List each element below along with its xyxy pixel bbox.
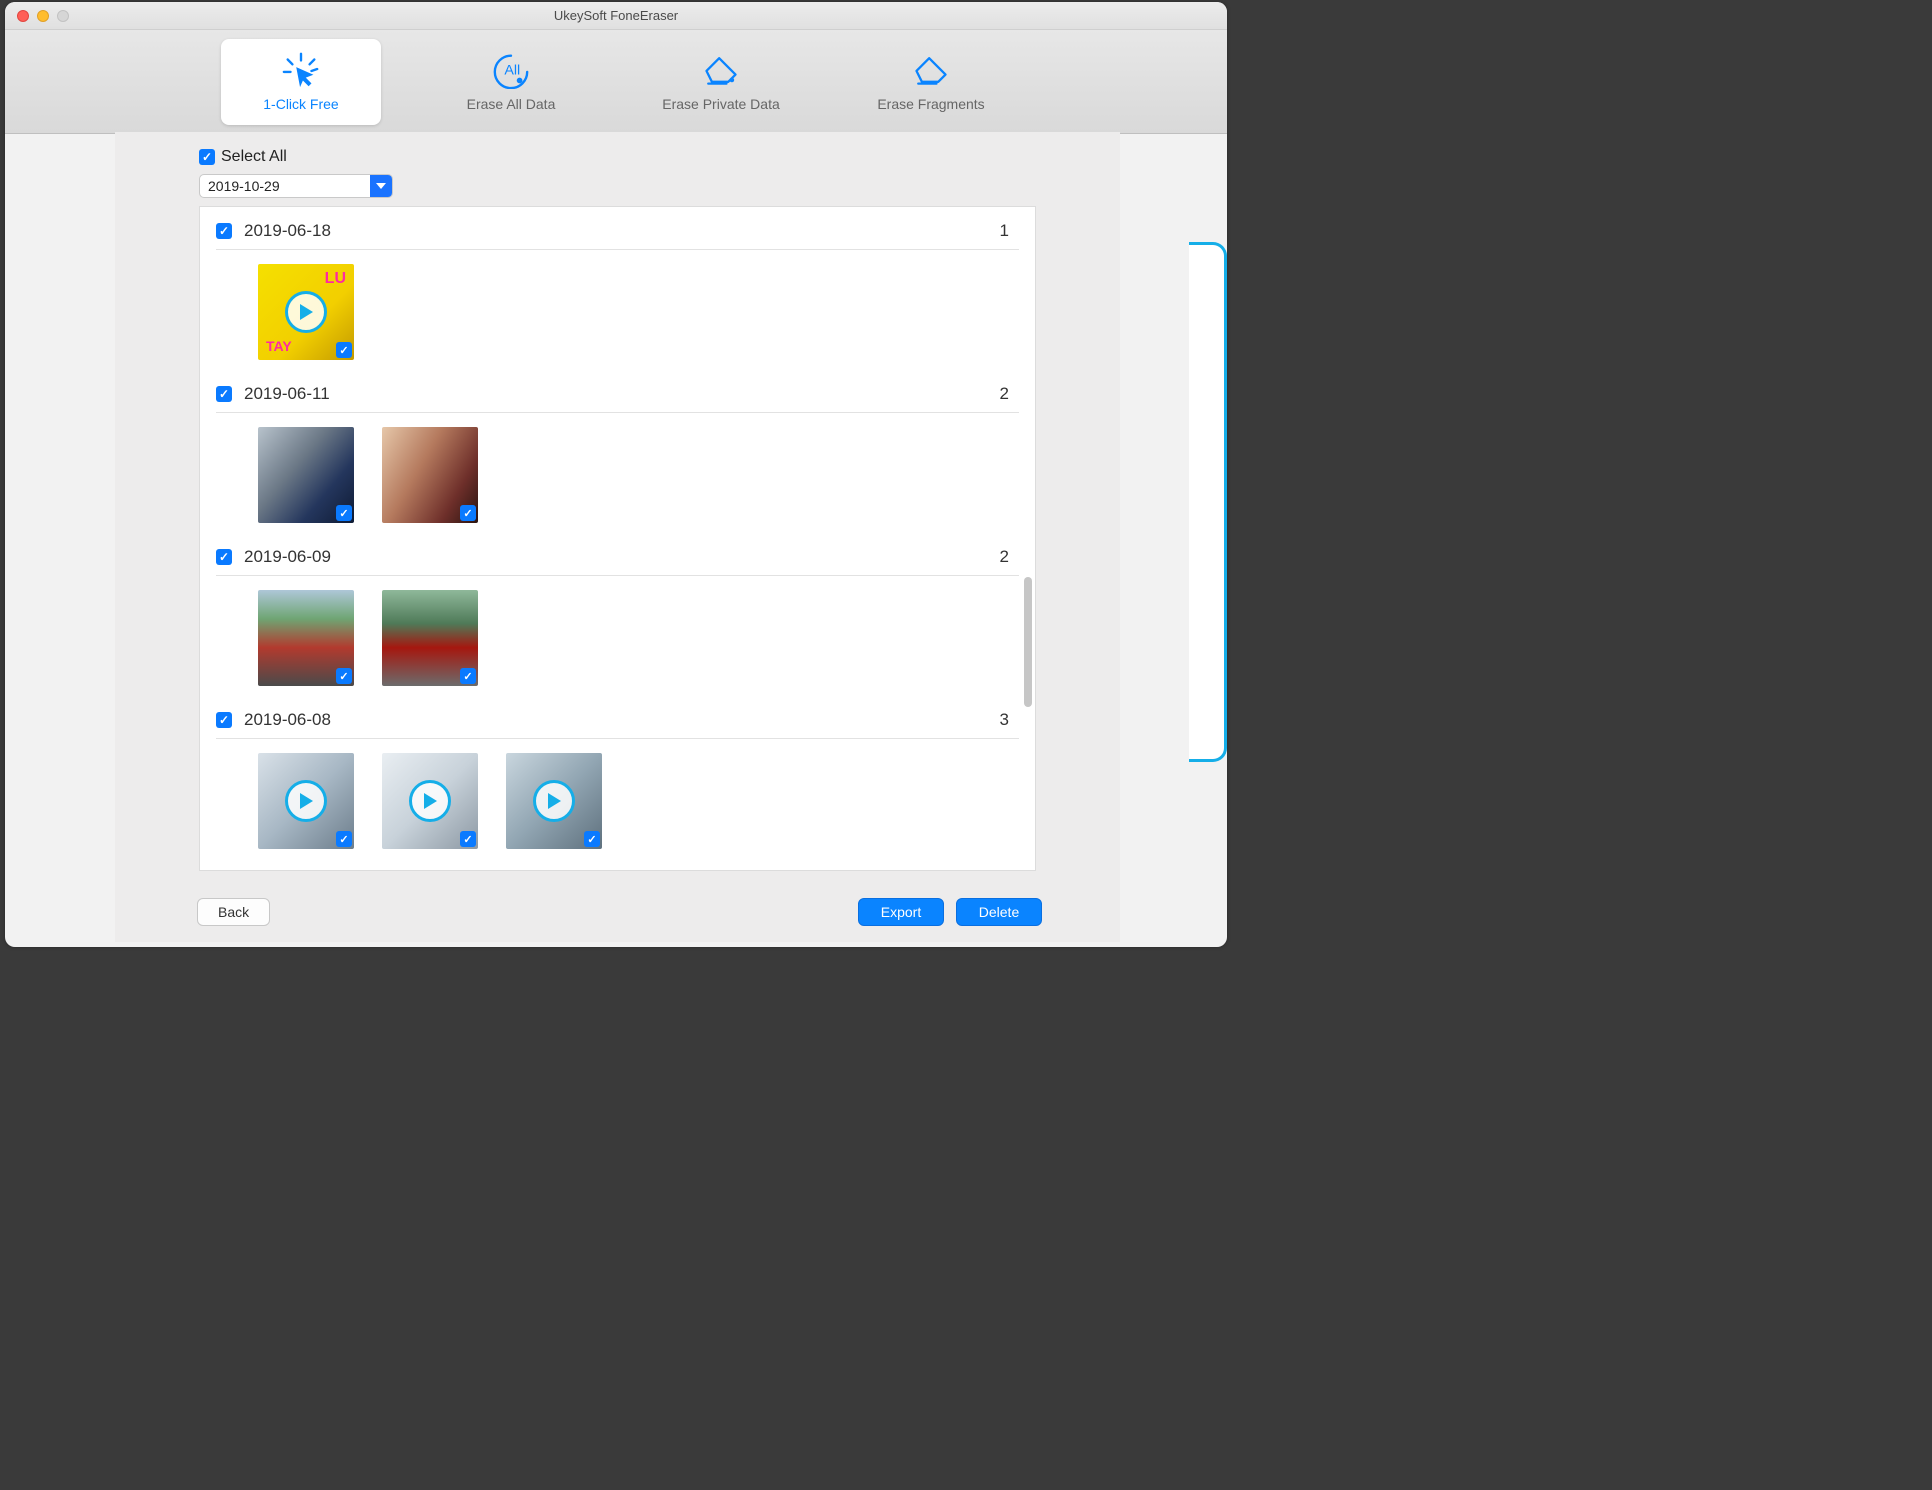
tab-1-click-free[interactable]: 1-Click Free — [221, 39, 381, 125]
select-all-row: Select All — [115, 136, 1120, 172]
play-icon — [285, 291, 327, 333]
group-checkbox[interactable] — [216, 549, 232, 565]
play-icon — [285, 780, 327, 822]
bottom-bar: Back Export Delete — [197, 898, 1042, 926]
select-all-checkbox[interactable] — [199, 149, 215, 165]
thumbnail-checkbox[interactable] — [460, 668, 476, 684]
thumbnail-checkbox[interactable] — [336, 505, 352, 521]
group-count: 2 — [1000, 547, 1015, 567]
group-date-label: 2019-06-08 — [244, 710, 331, 730]
thumbnail-checkbox[interactable] — [584, 831, 600, 847]
titlebar: UkeySoft FoneEraser — [5, 2, 1227, 30]
app-window: UkeySoft FoneEraser 1-Click Free — [5, 2, 1227, 947]
export-button[interactable]: Export — [858, 898, 944, 926]
group-count: 1 — [1000, 221, 1015, 241]
window-controls — [5, 10, 69, 22]
scrollbar-thumb[interactable] — [1024, 577, 1032, 707]
media-list: 2019-06-1812019-06-1122019-06-0922019-06… — [199, 206, 1036, 871]
toolbar: 1-Click Free All Erase All Data Erase P — [5, 30, 1227, 134]
thumbnail-row — [216, 250, 1019, 370]
tab-erase-fragments[interactable]: Erase Fragments — [851, 39, 1011, 125]
tab-erase-private-data[interactable]: Erase Private Data — [641, 39, 801, 125]
video-thumbnail[interactable] — [258, 264, 354, 360]
thumbnail-checkbox[interactable] — [336, 668, 352, 684]
group-date-label: 2019-06-09 — [244, 547, 331, 567]
date-filter-value: 2019-10-29 — [200, 178, 370, 194]
group-date-label: 2019-06-18 — [244, 221, 331, 241]
photo-thumbnail[interactable] — [258, 427, 354, 523]
photo-thumbnail[interactable] — [258, 590, 354, 686]
close-window-button[interactable] — [17, 10, 29, 22]
delete-button[interactable]: Delete — [956, 898, 1042, 926]
date-group: 2019-06-09 2 — [216, 533, 1019, 696]
tab-erase-all-data[interactable]: All Erase All Data — [431, 39, 591, 125]
group-checkbox[interactable] — [216, 386, 232, 402]
tab-label: Erase Fragments — [877, 96, 984, 112]
minimize-window-button[interactable] — [37, 10, 49, 22]
tab-label: Erase Private Data — [662, 96, 780, 112]
cursor-click-icon — [281, 52, 321, 88]
group-header: 2019-06-18 1 — [216, 221, 1019, 250]
photo-thumbnail[interactable] — [382, 590, 478, 686]
group-date-label: 2019-06-11 — [244, 384, 330, 404]
tab-label: 1-Click Free — [263, 96, 338, 112]
video-thumbnail[interactable] — [382, 753, 478, 849]
erase-all-icon: All — [491, 52, 531, 88]
group-header: 2019-06-09 2 — [216, 547, 1019, 576]
thumbnail-checkbox[interactable] — [336, 342, 352, 358]
group-checkbox[interactable] — [216, 223, 232, 239]
thumbnail-checkbox[interactable] — [460, 505, 476, 521]
thumbnail-row — [216, 413, 1019, 533]
thumbnail-checkbox[interactable] — [336, 831, 352, 847]
date-group: 2019-06-08 3 — [216, 696, 1019, 859]
thumbnail-checkbox[interactable] — [460, 831, 476, 847]
video-thumbnail[interactable] — [506, 753, 602, 849]
play-icon — [409, 780, 451, 822]
back-button[interactable]: Back — [197, 898, 270, 926]
date-group: 2019-06-18 1 — [216, 207, 1019, 370]
group-header: 2019-06-08 3 — [216, 710, 1019, 739]
date-filter-select[interactable]: 2019-10-29 — [199, 174, 393, 198]
zoom-window-button[interactable] — [57, 10, 69, 22]
select-all-label: Select All — [221, 148, 287, 166]
erase-fragments-icon — [911, 52, 951, 88]
group-count: 2 — [1000, 384, 1015, 404]
group-header: 2019-06-11 2 — [216, 384, 1019, 413]
erase-private-icon — [701, 52, 741, 88]
thumbnail-row — [216, 739, 1019, 859]
date-group: 2019-06-11 2 — [216, 370, 1019, 533]
video-thumbnail[interactable] — [258, 753, 354, 849]
background-panel-edge — [1189, 242, 1227, 762]
group-checkbox[interactable] — [216, 712, 232, 728]
thumbnail-row — [216, 576, 1019, 696]
content-panel: Select All 2019-10-29 2019-06-1812019-06… — [115, 132, 1120, 942]
play-icon — [533, 780, 575, 822]
photo-thumbnail[interactable] — [382, 427, 478, 523]
chevron-down-icon — [370, 175, 392, 197]
window-title: UkeySoft FoneEraser — [5, 8, 1227, 23]
group-count: 3 — [1000, 710, 1015, 730]
tab-label: Erase All Data — [467, 96, 556, 112]
svg-text:All: All — [504, 63, 520, 79]
